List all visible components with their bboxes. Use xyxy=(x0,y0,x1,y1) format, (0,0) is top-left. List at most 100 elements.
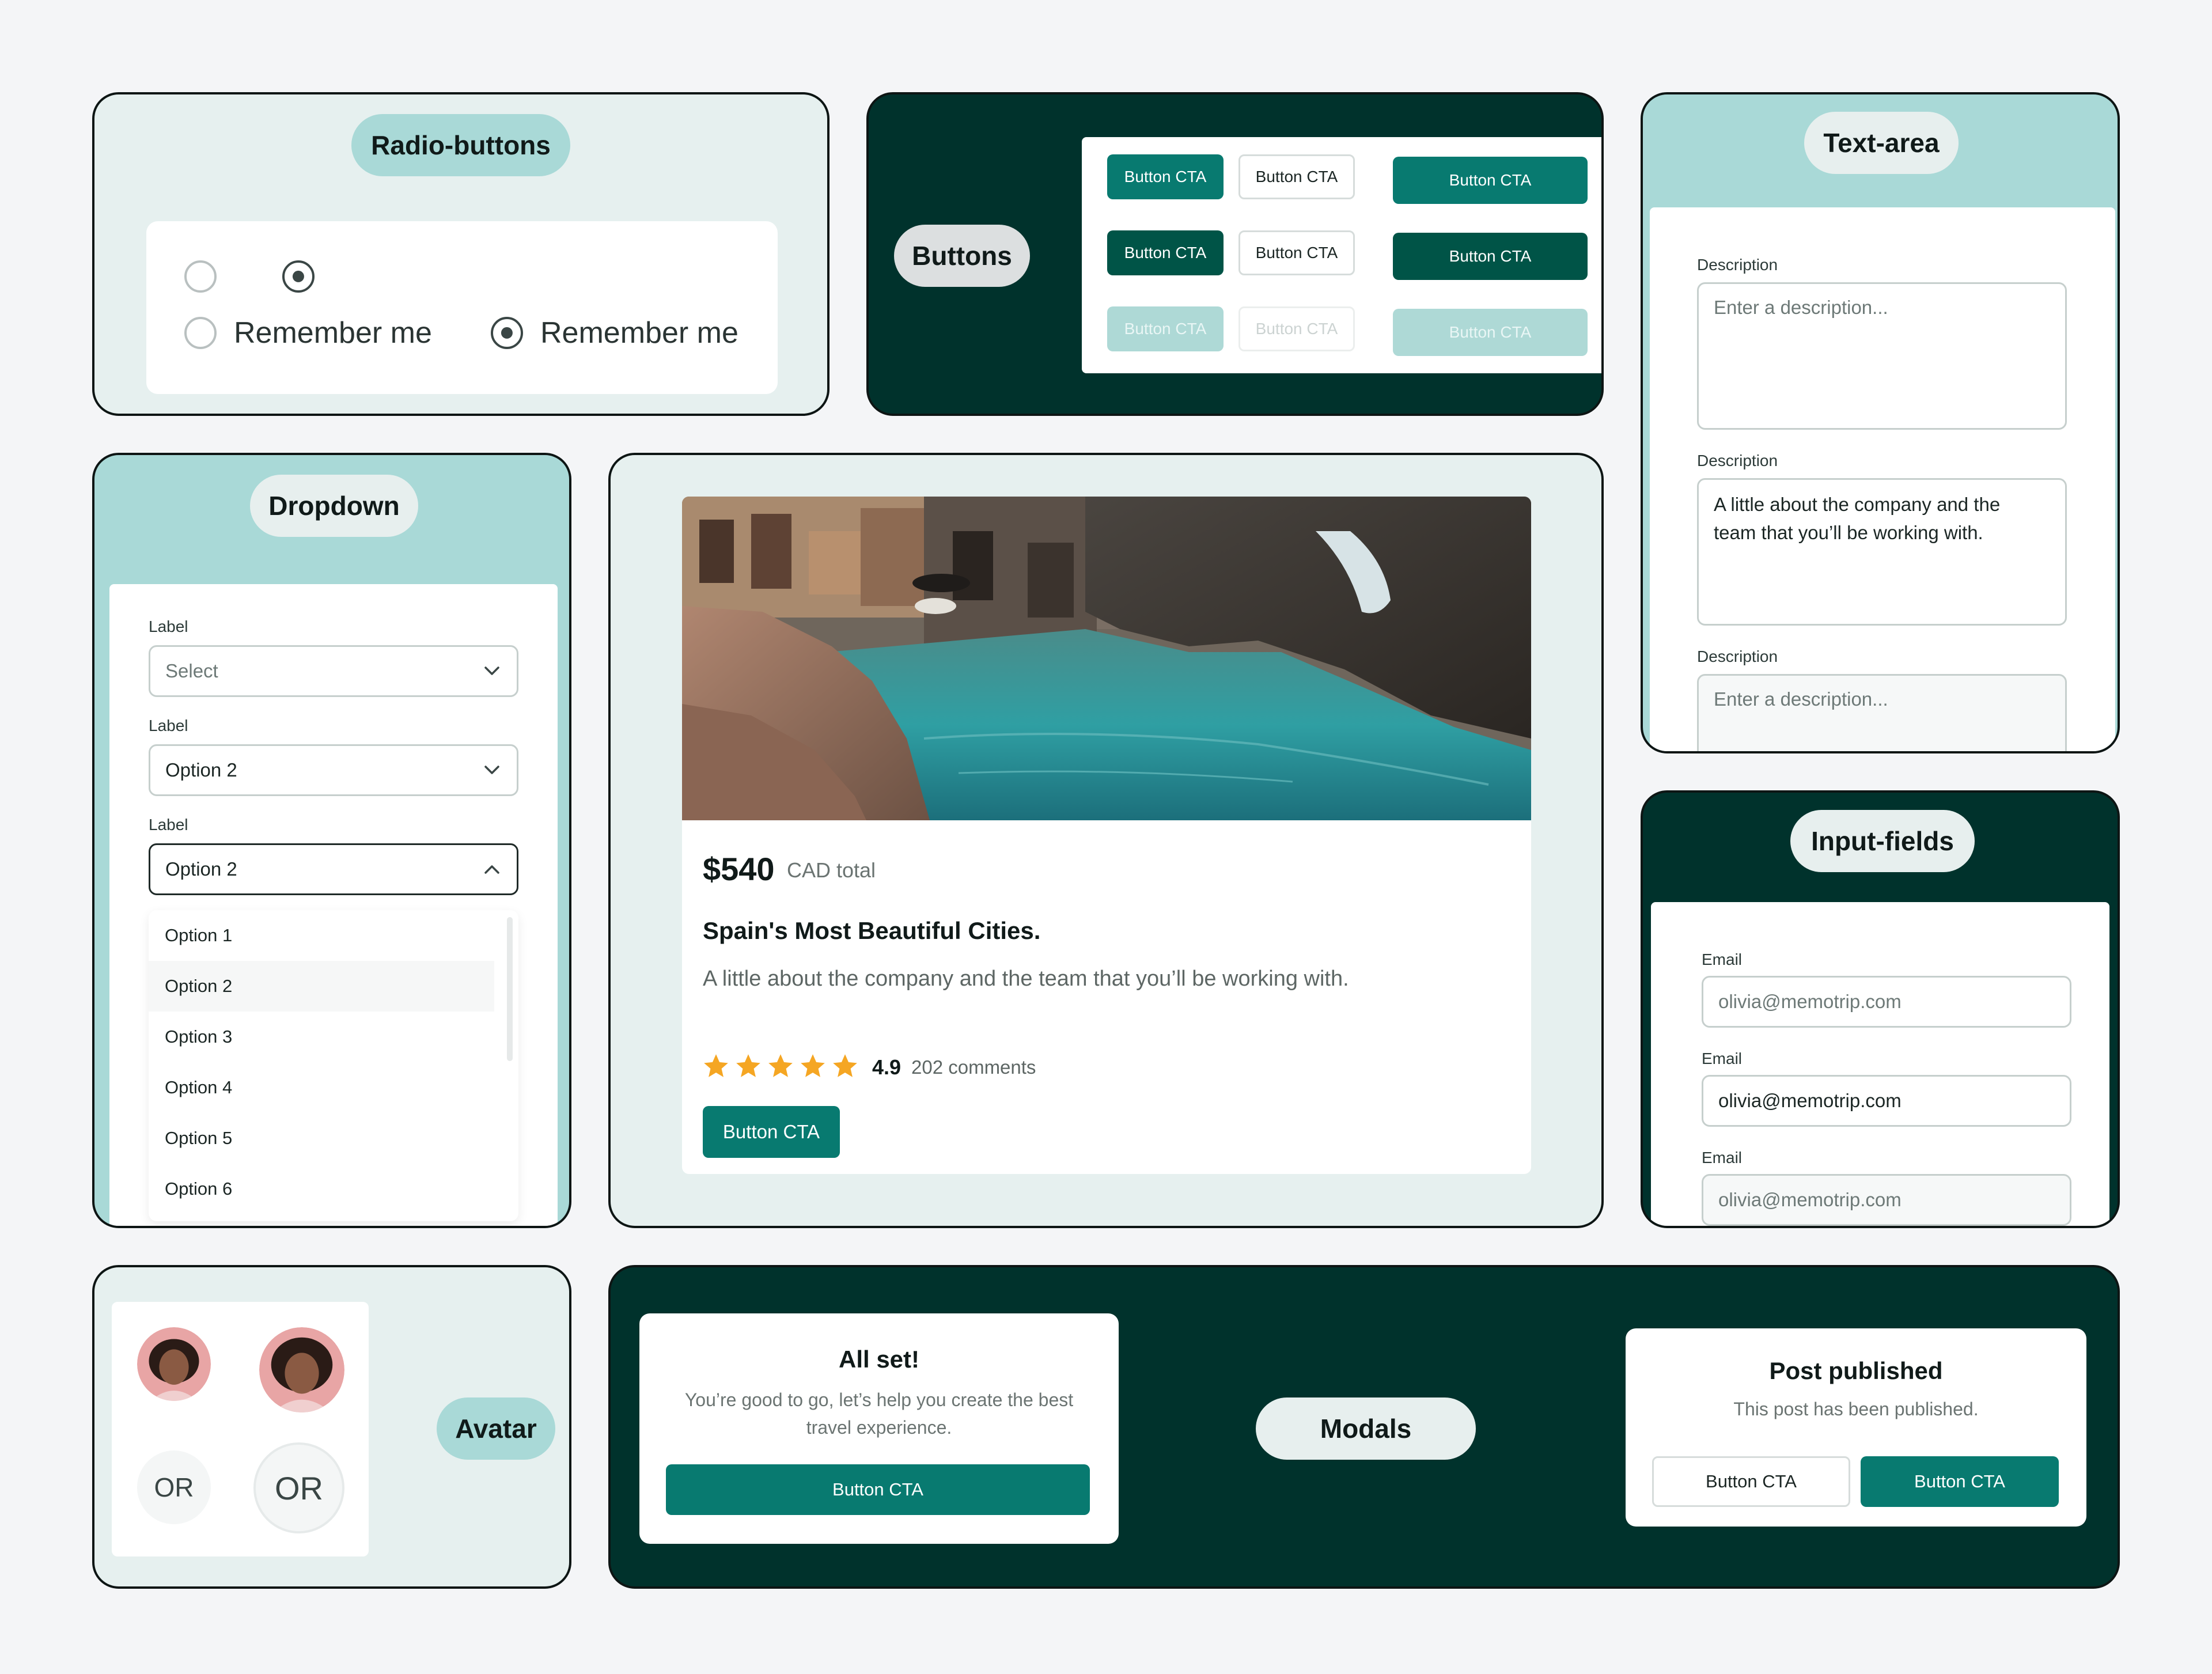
dropdown-pill: Dropdown xyxy=(250,475,418,537)
button-cta-primary-hover[interactable]: Button CTA xyxy=(1107,230,1224,275)
text-area-card: Text-area Description Enter a descriptio… xyxy=(1641,92,2120,753)
radio-label: Remember me xyxy=(540,316,738,350)
dropdown-label: Label xyxy=(149,618,188,635)
textarea-placeholder: Enter a description... xyxy=(1714,297,1888,318)
radio-buttons-pill: Radio-buttons xyxy=(351,114,570,176)
email-disabled-value: olivia@memotrip.com xyxy=(1718,1189,1902,1210)
modal-body: You’re good to go, let’s help you create… xyxy=(684,1389,1074,1438)
star-icon xyxy=(736,1054,760,1077)
modals-card: All set! You’re good to go, let’s help y… xyxy=(608,1265,2120,1589)
dropdown-panel: Label Select Label Option 2 Label Option… xyxy=(109,584,558,1226)
dropdown-option[interactable]: Option 4 xyxy=(149,1062,494,1113)
email-label: Email xyxy=(1702,1050,1743,1067)
modal-title: Post published xyxy=(1769,1357,1943,1384)
dropdown-value: Option 2 xyxy=(165,759,237,781)
avatar-panel: OR OR xyxy=(112,1302,369,1556)
buttons-pill: Buttons xyxy=(894,225,1030,287)
dropdown-scrollbar[interactable] xyxy=(507,917,513,1061)
radio-panel: Remember me Remember me xyxy=(146,221,778,394)
text-area-pill: Text-area xyxy=(1804,112,1959,174)
dropdown-value: Option 2 xyxy=(165,858,237,880)
star-icon xyxy=(801,1054,825,1077)
dropdown-select-open[interactable]: Option 2 xyxy=(149,843,518,895)
product-price-suffix: CAD total xyxy=(787,858,876,882)
dropdown-select-filled[interactable]: Option 2 xyxy=(149,744,518,796)
avatar-card: OR OR Avatar xyxy=(92,1265,571,1589)
rating-stars xyxy=(702,1052,859,1081)
email-field-filled[interactable]: olivia@memotrip.com xyxy=(1702,1075,2071,1127)
email-label: Email xyxy=(1702,1149,1743,1167)
dropdown-menu: Option 1 Option 2 Option 3 Option 4 Opti… xyxy=(149,910,518,1221)
dropdown-select-empty[interactable]: Select xyxy=(149,645,518,697)
avatar-pill: Avatar xyxy=(437,1397,555,1460)
textarea-value: A little about the company and the team … xyxy=(1714,494,2001,543)
product-card: $540 CAD total Spain's Most Beautiful Ci… xyxy=(682,497,1531,1174)
description-label: Description xyxy=(1697,452,1778,469)
button-cta-primary-disabled: Button CTA xyxy=(1107,306,1224,351)
button-cta-wide-hover[interactable]: Button CTA xyxy=(1393,233,1588,280)
star-icon xyxy=(704,1054,728,1077)
chevron-down-icon xyxy=(484,766,499,774)
product-cta-button[interactable]: Button CTA xyxy=(703,1106,840,1158)
radio-buttons-card: Radio-buttons Remember me Remember me xyxy=(92,92,830,416)
rating-value: 4.9 xyxy=(872,1055,902,1079)
dropdown-label: Label xyxy=(149,816,188,834)
dropdown-option[interactable]: Option 3 xyxy=(149,1012,494,1062)
avatar-initials-large: OR xyxy=(253,1442,344,1533)
email-value: olivia@memotrip.com xyxy=(1718,1090,1902,1111)
button-cta-secondary[interactable]: Button CTA xyxy=(1238,154,1355,199)
modal-primary-button[interactable]: Button CTA xyxy=(1861,1456,2059,1507)
product-description: A little about the company and the team … xyxy=(703,967,1349,991)
modal-cta-button[interactable]: Button CTA xyxy=(666,1464,1090,1515)
modal-body: This post has been published. xyxy=(1733,1399,1979,1419)
star-icon xyxy=(768,1054,793,1077)
chevron-down-icon xyxy=(484,666,499,675)
all-set-modal: All set! You’re good to go, let’s help y… xyxy=(639,1313,1119,1544)
buttons-card: Buttons Button CTA Button CTA Button CTA… xyxy=(866,92,1604,416)
button-cta-secondary-disabled: Button CTA xyxy=(1238,306,1355,351)
dropdown-option[interactable]: Option 6 xyxy=(149,1164,494,1214)
input-fields-card: Input-fields Email olivia@memotrip.com E… xyxy=(1641,790,2120,1228)
email-field-empty[interactable]: olivia@memotrip.com xyxy=(1702,976,2071,1028)
radio-unchecked-small[interactable] xyxy=(184,260,217,293)
radio-remember-me-checked[interactable] xyxy=(491,317,523,349)
modal-secondary-button[interactable]: Button CTA xyxy=(1652,1456,1850,1507)
description-textarea-disabled: Enter a description... xyxy=(1697,674,2067,751)
dropdown-value: Select xyxy=(165,660,218,681)
button-cta-wide-disabled: Button CTA xyxy=(1393,309,1588,356)
button-cta-wide-primary[interactable]: Button CTA xyxy=(1393,157,1588,204)
product-price: $540 xyxy=(703,851,775,887)
avatar-photo-large xyxy=(259,1327,344,1412)
dropdown-card: Dropdown Label Select Label Option 2 Lab… xyxy=(92,453,571,1228)
product-card-container: $540 CAD total Spain's Most Beautiful Ci… xyxy=(608,453,1604,1228)
avatar-initials-small: OR xyxy=(137,1450,211,1524)
product-title: Spain's Most Beautiful Cities. xyxy=(703,917,1041,944)
button-cta-primary[interactable]: Button CTA xyxy=(1107,154,1224,199)
radio-checked-small[interactable] xyxy=(282,260,315,293)
modals-pill: Modals xyxy=(1256,1397,1476,1460)
textarea-placeholder: Enter a description... xyxy=(1714,688,1888,710)
dropdown-option-selected[interactable]: Option 2 xyxy=(149,961,494,1012)
radio-remember-me-unchecked[interactable] xyxy=(184,317,217,349)
text-area-panel: Description Enter a description... Descr… xyxy=(1650,207,2115,751)
email-field-disabled: olivia@memotrip.com xyxy=(1702,1174,2071,1226)
dropdown-option[interactable]: Option 1 xyxy=(149,910,494,961)
description-textarea-empty[interactable]: Enter a description... xyxy=(1697,282,2067,430)
dropdown-option[interactable]: Option 5 xyxy=(149,1113,494,1164)
email-label: Email xyxy=(1702,950,1743,968)
description-textarea-filled[interactable]: A little about the company and the team … xyxy=(1697,478,2067,626)
product-photo xyxy=(682,497,1531,820)
chevron-up-icon xyxy=(484,865,499,874)
radio-label: Remember me xyxy=(234,316,432,350)
input-fields-panel: Email olivia@memotrip.com Email olivia@m… xyxy=(1651,902,2109,1226)
star-icon xyxy=(833,1054,857,1077)
button-cta-secondary-hover[interactable]: Button CTA xyxy=(1238,230,1355,275)
buttons-panel: Button CTA Button CTA Button CTA Button … xyxy=(1082,137,1601,373)
modal-title: All set! xyxy=(838,1346,920,1373)
input-fields-pill: Input-fields xyxy=(1790,810,1975,872)
email-placeholder: olivia@memotrip.com xyxy=(1718,991,1902,1012)
description-label: Description xyxy=(1697,256,1778,274)
dropdown-label: Label xyxy=(149,717,188,734)
description-label: Description xyxy=(1697,647,1778,665)
avatar-photo-small xyxy=(137,1327,211,1401)
